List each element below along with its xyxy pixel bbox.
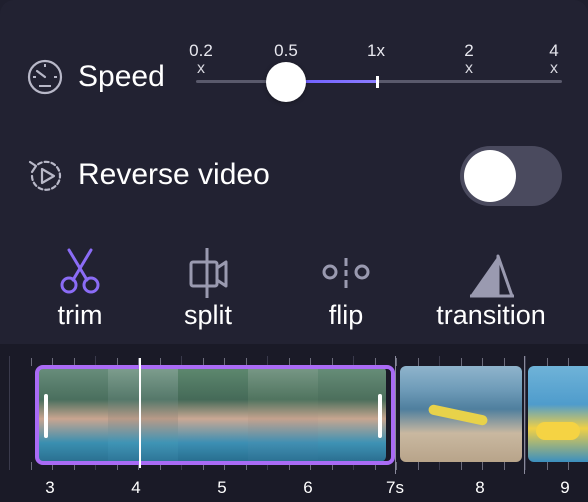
speed-tick-1x[interactable]: 1x (356, 42, 396, 60)
split-icon (188, 248, 230, 303)
tick-value: 0.2 (189, 41, 213, 60)
trim-handle-left[interactable] (44, 394, 48, 438)
surfboard-shape (427, 403, 489, 427)
split-button[interactable]: split (168, 248, 248, 332)
ruler-tick (418, 358, 419, 366)
flip-label: flip (328, 300, 364, 330)
ruler-label-5: 5 (217, 478, 227, 497)
ruler-label-6: 6 (303, 478, 313, 497)
float-shape (536, 422, 580, 440)
ruler-tick (461, 358, 462, 366)
ruler-label-3: 3 (45, 478, 55, 497)
tick-value: 1x (367, 41, 385, 60)
tick-mark: x (550, 60, 558, 77)
ruler-label-4: 4 (131, 478, 141, 497)
speed-tick-4[interactable]: 4 x (534, 42, 574, 78)
speed-normal-marker (376, 76, 379, 88)
ruler-label-8: 8 (475, 478, 485, 497)
ruler-tick (568, 358, 569, 366)
transition-button[interactable]: transition (426, 248, 556, 332)
toggle-knob (464, 150, 516, 202)
waterpark-clip[interactable] (528, 366, 588, 462)
speed-tick-0-2[interactable]: 0.2 x (181, 42, 221, 78)
speed-tick-0-5[interactable]: 0.5 (266, 42, 306, 60)
beach-clip[interactable] (400, 366, 522, 462)
tick-mark: x (465, 60, 473, 77)
ruler-tick (396, 358, 397, 366)
speed-slider-thumb[interactable] (266, 62, 306, 102)
flip-button[interactable]: flip (306, 248, 386, 332)
trim-label: trim (57, 300, 103, 330)
transition-icon (468, 252, 516, 303)
speed-label: Speed (78, 60, 165, 93)
reverse-video-label: Reverse video (78, 158, 270, 191)
tick-value: 0.5 (274, 41, 298, 60)
ruler-tick (504, 462, 505, 470)
tick-mark: x (197, 60, 205, 77)
ruler-tick (396, 462, 397, 470)
ruler-tick (31, 358, 32, 366)
transition-label: transition (436, 300, 546, 330)
clip-selection-border (35, 365, 395, 465)
clip-boundary-line (524, 356, 525, 474)
ruler-tick (461, 462, 462, 470)
clip-boundary-line (395, 356, 396, 474)
scissors-icon (59, 248, 101, 299)
speed-icon (24, 56, 66, 98)
ruler-tick (9, 356, 10, 470)
ruler-label-9: 9 (560, 478, 570, 497)
split-label: split (183, 300, 232, 330)
trim-handle-right[interactable] (378, 394, 382, 438)
playhead[interactable] (139, 358, 141, 468)
reverse-icon (24, 154, 68, 198)
ruler-tick (504, 358, 505, 366)
speed-slider-track[interactable] (196, 80, 562, 83)
tick-value: 4 (549, 41, 559, 60)
ruler-tick (547, 462, 548, 470)
trim-button[interactable]: trim (40, 248, 120, 332)
speed-tick-2[interactable]: 2 x (449, 42, 489, 78)
ruler-tick (525, 356, 526, 470)
reverse-video-toggle[interactable] (460, 146, 562, 206)
ruler-tick (31, 462, 32, 470)
ruler-tick (482, 358, 483, 366)
ruler-tick (547, 358, 548, 366)
tick-value: 2 (464, 41, 474, 60)
ruler-tick (482, 462, 483, 470)
ruler-tick (568, 462, 569, 470)
ruler-tick (418, 462, 419, 470)
flip-icon (322, 258, 370, 293)
ruler-label-7s: 7s (386, 478, 404, 497)
